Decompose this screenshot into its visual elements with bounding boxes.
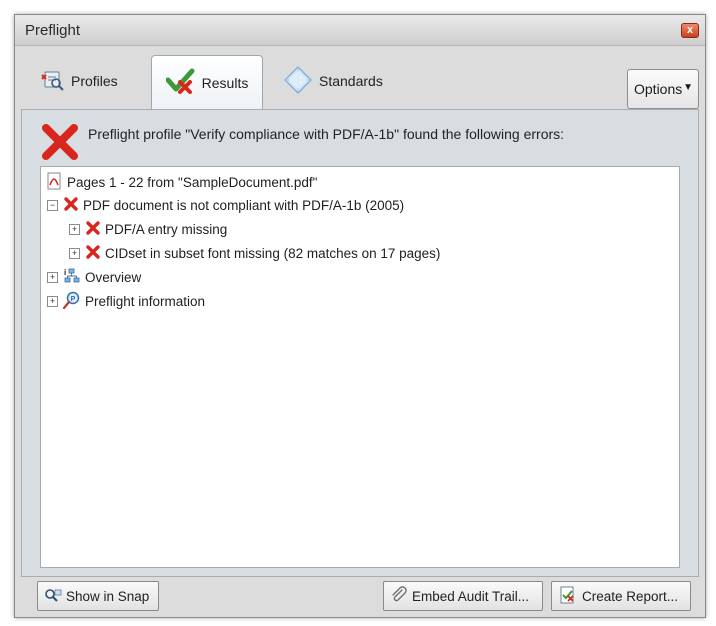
snap-magnifier-icon — [44, 588, 62, 605]
tab-bar: Profiles Results Standards Options ▼ — [21, 53, 699, 109]
tab-profiles-label: Profiles — [71, 73, 118, 89]
create-report-button[interactable]: Create Report... — [551, 581, 691, 611]
expand-toggle-icon[interactable]: + — [69, 223, 80, 235]
tree-row-compliance[interactable]: − PDF document is not compliant with PDF… — [47, 194, 404, 216]
tab-results-label: Results — [201, 74, 249, 91]
svg-text:P: P — [71, 296, 76, 303]
title-bar[interactable]: Preflight x — [15, 15, 705, 46]
expand-toggle-icon[interactable]: + — [69, 247, 80, 259]
error-x-icon — [40, 122, 80, 167]
tree-label-document: Pages 1 - 22 from "SampleDocument.pdf" — [67, 174, 318, 190]
pdf-document-icon — [47, 172, 63, 193]
bottom-button-bar: Show in Snap Embed Audit Trail... Create… — [37, 581, 691, 611]
error-x-icon — [85, 244, 101, 263]
embed-audit-trail-button[interactable]: Embed Audit Trail... — [383, 581, 543, 611]
summary-row: Preflight profile "Verify compliance wit… — [40, 120, 688, 164]
tree-label-pdfa-entry: PDF/A entry missing — [105, 221, 228, 237]
expand-toggle-icon[interactable]: + — [47, 295, 58, 307]
window-title: Preflight — [25, 22, 81, 39]
preflight-window: Preflight x Profiles Results Standards O… — [14, 14, 706, 618]
profiles-icon — [41, 69, 65, 94]
options-label: Options — [634, 81, 683, 97]
tree-row-cidset[interactable]: + CIDset in subset font missing (82 matc… — [69, 242, 440, 264]
tree-label-cidset: CIDset in subset font missing (82 matche… — [105, 245, 441, 261]
show-in-snap-button[interactable]: Show in Snap — [37, 581, 159, 611]
overview-icon: i — [63, 267, 81, 288]
embed-audit-trail-label: Embed Audit Trail... — [412, 588, 530, 604]
create-report-label: Create Report... — [582, 588, 679, 604]
show-in-snap-label: Show in Snap — [66, 588, 150, 604]
close-button[interactable]: x — [681, 23, 699, 38]
report-icon — [558, 585, 578, 608]
tab-profiles[interactable]: Profiles — [41, 61, 118, 101]
options-dropdown[interactable]: Options ▼ — [627, 69, 699, 109]
results-checkmark-icon — [165, 68, 196, 97]
tree-row-preflight-info[interactable]: + P Preflight information — [47, 290, 205, 312]
svg-text:i: i — [64, 268, 66, 277]
tree-label-preflight-info: Preflight information — [85, 293, 206, 309]
tree-row-pdfa-entry[interactable]: + PDF/A entry missing — [69, 218, 227, 240]
tree-label-compliance: PDF document is not compliant with PDF/A… — [83, 197, 405, 213]
tree-row-document[interactable]: Pages 1 - 22 from "SampleDocument.pdf" — [47, 171, 317, 193]
error-x-icon — [85, 220, 101, 239]
tree-label-overview: Overview — [85, 269, 142, 285]
tab-standards[interactable]: Standards — [283, 61, 383, 101]
results-tree[interactable]: Pages 1 - 22 from "SampleDocument.pdf" −… — [40, 166, 680, 568]
error-x-icon — [63, 196, 79, 215]
expand-toggle-icon[interactable]: + — [47, 271, 58, 283]
standards-diamond-icon — [283, 65, 313, 98]
collapse-toggle-icon[interactable]: − — [47, 199, 58, 211]
results-panel: Preflight profile "Verify compliance wit… — [21, 109, 699, 577]
tree-row-overview[interactable]: + i Overview — [47, 266, 141, 288]
info-magnifier-icon: P — [62, 291, 81, 312]
dropdown-caret-icon: ▼ — [683, 82, 693, 93]
paperclip-icon — [390, 585, 408, 607]
tab-results[interactable]: Results — [151, 55, 263, 109]
summary-message: Preflight profile "Verify compliance wit… — [88, 126, 565, 142]
tab-standards-label: Standards — [319, 73, 383, 89]
